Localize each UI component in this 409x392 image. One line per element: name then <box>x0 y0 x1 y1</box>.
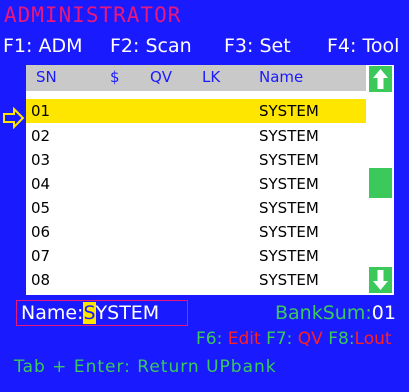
table-row[interactable]: 05 SYSTEM <box>26 196 366 220</box>
table-row-selected[interactable]: 01 SYSTEM <box>26 99 366 123</box>
scroll-up-button[interactable] <box>369 66 392 92</box>
banksum-label: BankSum: <box>275 302 372 324</box>
row-name: SYSTEM <box>259 127 319 145</box>
table-header: SN $ QV LK Name <box>26 65 366 91</box>
row-name: SYSTEM <box>259 199 319 217</box>
name-field-label: Name: <box>21 302 84 324</box>
bank-sum: BankSum:01 <box>275 302 396 324</box>
row-sn: 03 <box>31 151 51 169</box>
row-sn: 02 <box>31 127 51 145</box>
f2-scan-menu[interactable]: F2: Scan <box>110 35 192 57</box>
f3-set-menu[interactable]: F3: Set <box>224 35 291 57</box>
row-name: SYSTEM <box>259 102 319 120</box>
table-row[interactable]: 07 SYSTEM <box>26 244 366 268</box>
footer-hint: Tab + Enter: Return UPbank <box>14 357 277 377</box>
screen-title: ADMINISTRATOR <box>4 3 182 27</box>
row-sn: 05 <box>31 199 51 217</box>
scrollbar[interactable] <box>367 65 394 295</box>
f7-key: F7: <box>266 329 293 349</box>
function-key-bar: F1: ADM F2: Scan F3: Set F4: Tool <box>0 35 409 61</box>
col-header-name: Name <box>259 68 304 86</box>
col-header-dollar: $ <box>110 68 120 86</box>
scrollbar-thumb[interactable] <box>369 168 392 198</box>
name-field[interactable]: Name:SYSTEM <box>16 300 188 326</box>
row-sn: 08 <box>31 271 51 289</box>
f4-tool-menu[interactable]: F4: Tool <box>327 35 399 57</box>
f6-key: F6: <box>196 329 223 349</box>
row-name: SYSTEM <box>259 271 319 289</box>
f1-adm-menu[interactable]: F1: ADM <box>3 35 82 57</box>
table-row[interactable]: 03 SYSTEM <box>26 148 366 172</box>
f8-key: F8: <box>328 329 355 349</box>
table-row[interactable]: 04 SYSTEM <box>26 172 366 196</box>
text-cursor: S <box>83 302 96 324</box>
channel-list-panel: SN $ QV LK Name 01 SYSTEM 02 SYSTEM 03 S… <box>26 65 394 295</box>
row-name: SYSTEM <box>259 223 319 241</box>
col-header-sn: SN <box>36 68 57 86</box>
row-name: SYSTEM <box>259 247 319 265</box>
col-header-lk: LK <box>202 68 221 86</box>
row-sn: 06 <box>31 223 51 241</box>
table-row[interactable]: 08 SYSTEM <box>26 268 366 292</box>
arrow-up-icon <box>373 69 388 89</box>
col-header-qv: QV <box>150 68 173 86</box>
scroll-down-button[interactable] <box>369 267 392 293</box>
edit-key-bar: F6: Edit F7: QV F8:Lout <box>196 329 392 349</box>
row-sn: 01 <box>31 102 51 120</box>
name-field-value: YSTEM <box>95 302 160 324</box>
f6-edit-action[interactable]: Edit <box>228 329 261 349</box>
banksum-value: 01 <box>371 302 396 324</box>
row-sn: 07 <box>31 247 51 265</box>
row-name: SYSTEM <box>259 175 319 193</box>
row-sn: 04 <box>31 175 51 193</box>
arrow-down-icon <box>373 270 388 290</box>
f8-lout-action[interactable]: Lout <box>355 329 392 349</box>
table-row[interactable]: 06 SYSTEM <box>26 220 366 244</box>
pointer-arrow-icon <box>3 107 25 129</box>
row-name: SYSTEM <box>259 151 319 169</box>
f7-qv-action[interactable]: QV <box>298 329 323 349</box>
table-row[interactable]: 02 SYSTEM <box>26 124 366 148</box>
